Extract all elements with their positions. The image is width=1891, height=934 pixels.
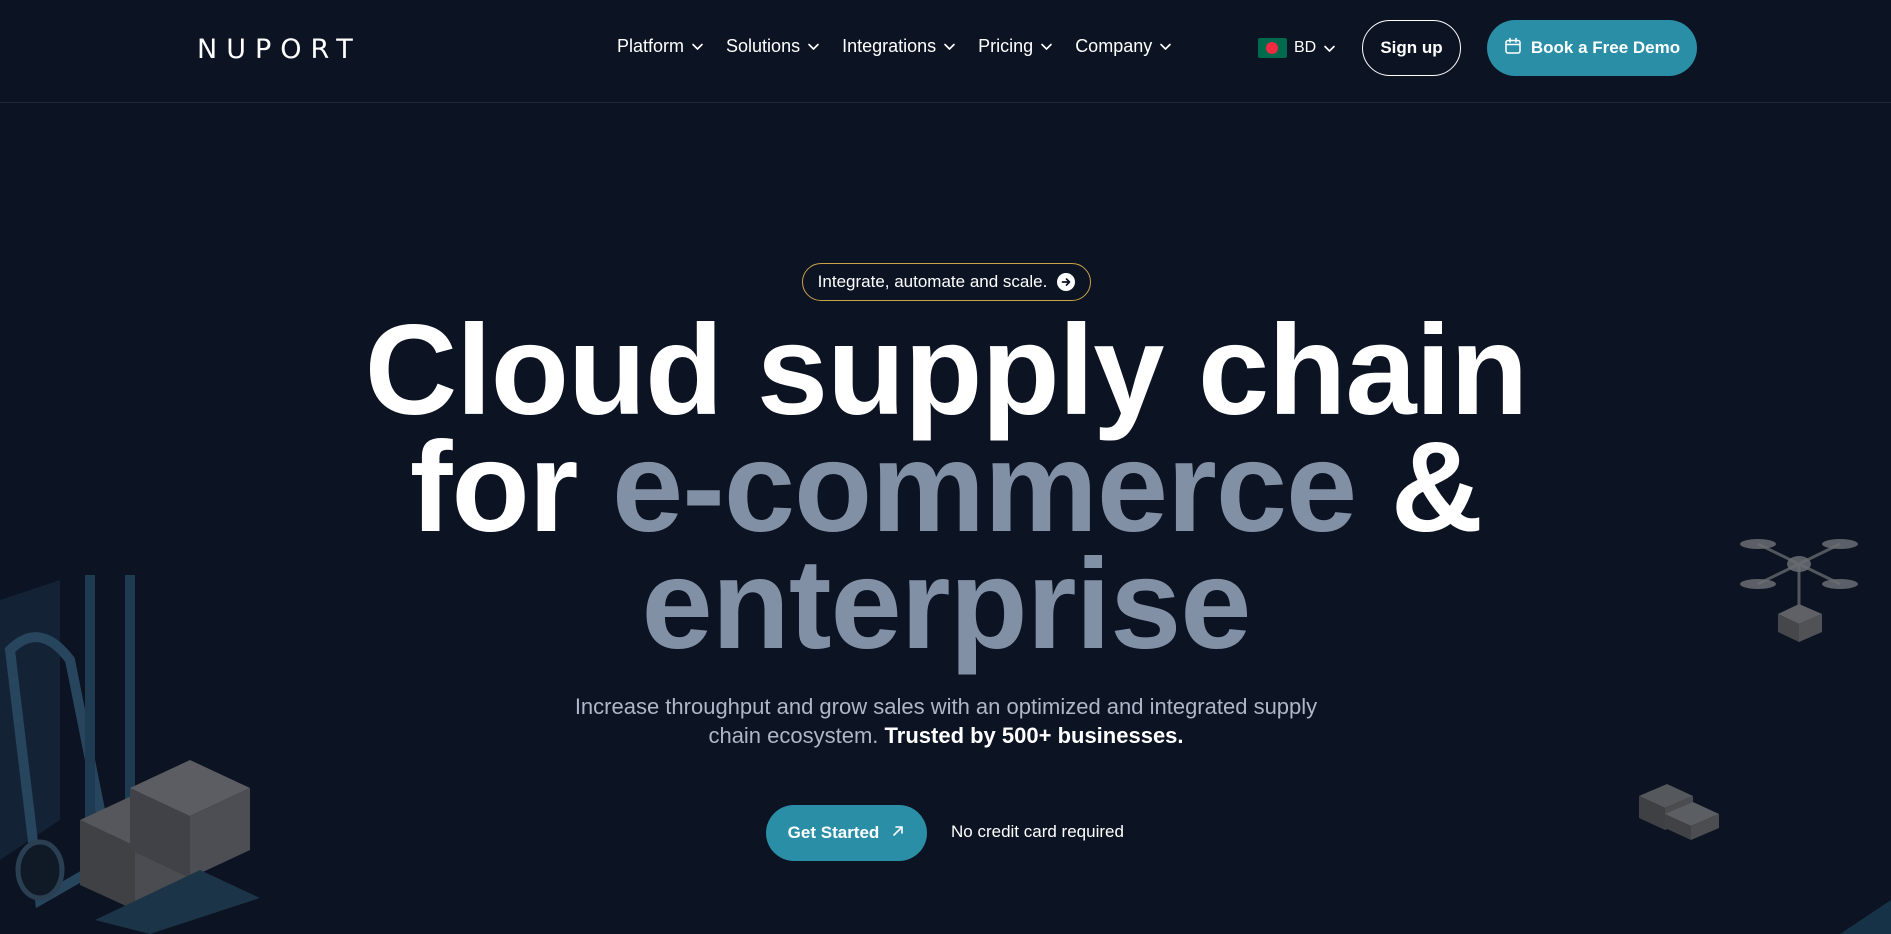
arrow-right-icon (1057, 273, 1076, 291)
hero-subtext: Increase throughput and grow sales with … (546, 692, 1346, 750)
nuport-logo[interactable]: NUPORT (197, 34, 362, 65)
chevron-down-icon (943, 40, 956, 53)
packages-illustration (1639, 784, 1719, 840)
arrow-up-right-icon (891, 823, 905, 843)
headline-ampersand: & (1356, 416, 1483, 559)
tagline-text: Integrate, automate and scale. (817, 272, 1048, 291)
locale-code: BD (1294, 39, 1317, 56)
no-credit-card-note: No credit card required (951, 822, 1124, 841)
nav-platform[interactable]: Platform (617, 36, 704, 57)
book-demo-label: Book a Free Demo (1530, 38, 1681, 57)
nav-integrations-label: Integrations (842, 36, 937, 56)
chevron-down-icon (1323, 42, 1336, 55)
calendar-icon (1504, 37, 1522, 60)
get-started-button[interactable]: Get Started (766, 805, 927, 861)
hero-headline: Cloud supply chain for e-commerce & ente… (346, 307, 1546, 669)
forklift-illustration (0, 575, 260, 934)
get-started-label: Get Started (787, 823, 880, 842)
corner-shape-decoration (1840, 900, 1891, 934)
site-header: NUPORT Platform Solutions Integrations P… (0, 0, 1891, 103)
nav-solutions-label: Solutions (726, 36, 801, 56)
headline-enterprise: enterprise (641, 533, 1252, 676)
subtext-trusted: Trusted by 500+ businesses. (884, 723, 1184, 748)
book-demo-button[interactable]: Book a Free Demo (1487, 20, 1697, 76)
nav-company[interactable]: Company (1075, 36, 1172, 57)
nav-solutions[interactable]: Solutions (726, 36, 820, 57)
nav-company-label: Company (1075, 36, 1153, 56)
nav-platform-label: Platform (617, 36, 685, 56)
nav-integrations[interactable]: Integrations (842, 36, 956, 57)
chevron-down-icon (1040, 40, 1053, 53)
tagline-pill[interactable]: Integrate, automate and scale. (802, 263, 1091, 301)
bangladesh-flag-icon (1258, 38, 1287, 58)
nav-pricing-label: Pricing (978, 36, 1034, 56)
signup-button[interactable]: Sign up (1362, 20, 1461, 76)
drone-illustration (1740, 539, 1858, 642)
chevron-down-icon (1159, 40, 1172, 53)
locale-selector[interactable]: BD (1258, 38, 1336, 58)
chevron-down-icon (691, 40, 704, 53)
headline-for: for (409, 416, 612, 559)
chevron-down-icon (807, 40, 820, 53)
main-nav: Platform Solutions Integrations Pricing … (617, 36, 1172, 57)
nav-pricing[interactable]: Pricing (978, 36, 1053, 57)
